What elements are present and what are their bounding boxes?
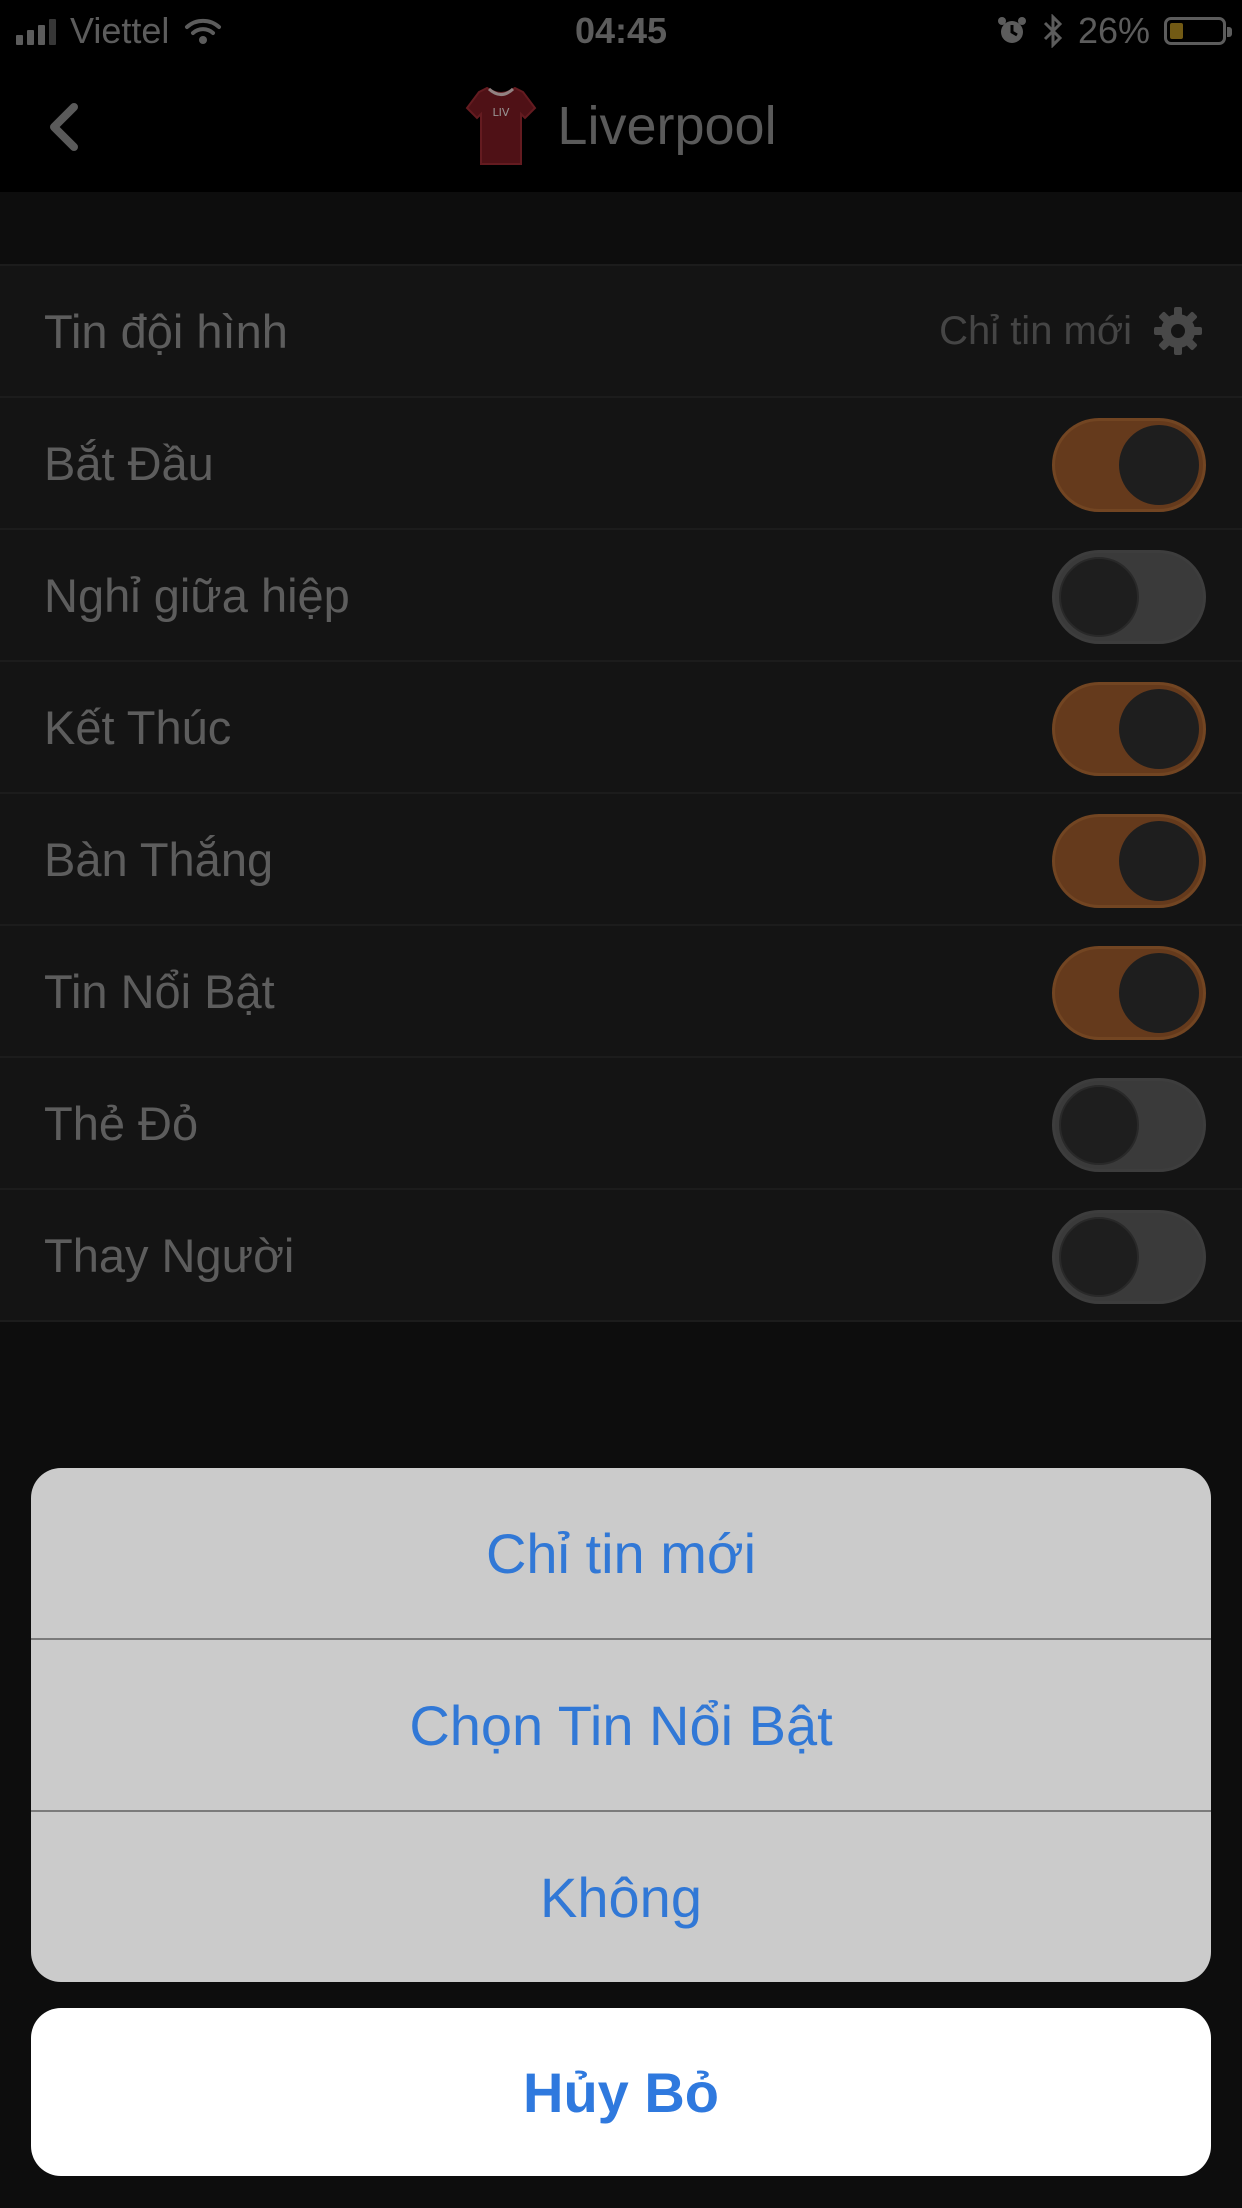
notification-settings-screen: Viettel 04:45 26% LIV Liverpool Tin đội …	[0, 0, 1242, 2208]
action-choose-highlights[interactable]: Chọn Tin Nổi Bật	[31, 1640, 1211, 1812]
action-none[interactable]: Không	[31, 1812, 1211, 1982]
action-sheet: Chỉ tin mới Chọn Tin Nổi Bật Không	[31, 1468, 1211, 1982]
cancel-button[interactable]: Hủy Bỏ	[31, 2008, 1211, 2176]
action-new-only[interactable]: Chỉ tin mới	[31, 1468, 1211, 1640]
